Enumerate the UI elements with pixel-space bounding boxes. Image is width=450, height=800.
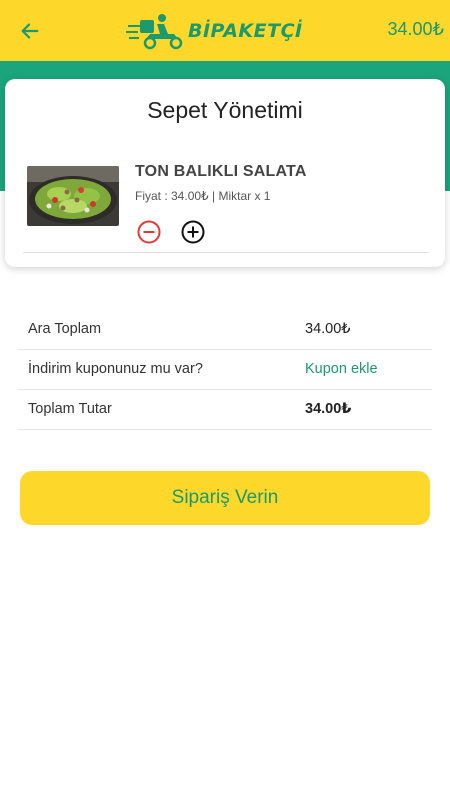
subtotal-value: 34.00₺: [305, 321, 351, 337]
total-value: 34.00₺: [305, 401, 352, 417]
add-coupon-link[interactable]: Kupon ekle: [305, 361, 378, 377]
product-image: [27, 166, 119, 226]
subtotal-row: Ara Toplam 34.00₺: [18, 310, 432, 350]
minus-circle-icon: [137, 220, 161, 244]
total-row: Toplam Tutar 34.00₺: [18, 390, 432, 430]
card-divider: [23, 252, 429, 253]
decrease-quantity-button[interactable]: [136, 219, 162, 245]
cart-card: Sepet Yönetimi TON BALIKLI SALATA Fiyat …: [5, 79, 445, 267]
app-header: BİPAKETÇİ 34.00₺: [0, 0, 450, 61]
plus-circle-icon: [181, 220, 205, 244]
increase-quantity-button[interactable]: [180, 219, 206, 245]
order-summary: Ara Toplam 34.00₺ İndirim kuponunuz mu v…: [18, 310, 432, 430]
total-label: Toplam Tutar: [28, 401, 112, 417]
place-order-button[interactable]: Sipariş Verin: [20, 471, 430, 525]
page-title: Sepet Yönetimi: [147, 97, 303, 123]
arrow-left-icon: [21, 23, 39, 39]
salad-photo: [27, 166, 119, 226]
product-name: TON BALIKLI SALATA: [135, 163, 307, 180]
product-price-quantity: Fiyat : 34.00₺ | Miktar x 1: [135, 189, 271, 203]
subtotal-label: Ara Toplam: [28, 321, 102, 337]
coupon-label: İndirim kuponunuz mu var?: [28, 361, 203, 377]
app-logo: BİPAKETÇİ: [126, 10, 316, 52]
header-cart-total[interactable]: 34.00₺: [388, 19, 445, 40]
coupon-row: İndirim kuponunuz mu var? Kupon ekle: [18, 350, 432, 390]
courier-scooter-icon: [126, 14, 183, 50]
back-button[interactable]: [16, 17, 44, 45]
logo-text: BİPAKETÇİ: [188, 20, 303, 42]
